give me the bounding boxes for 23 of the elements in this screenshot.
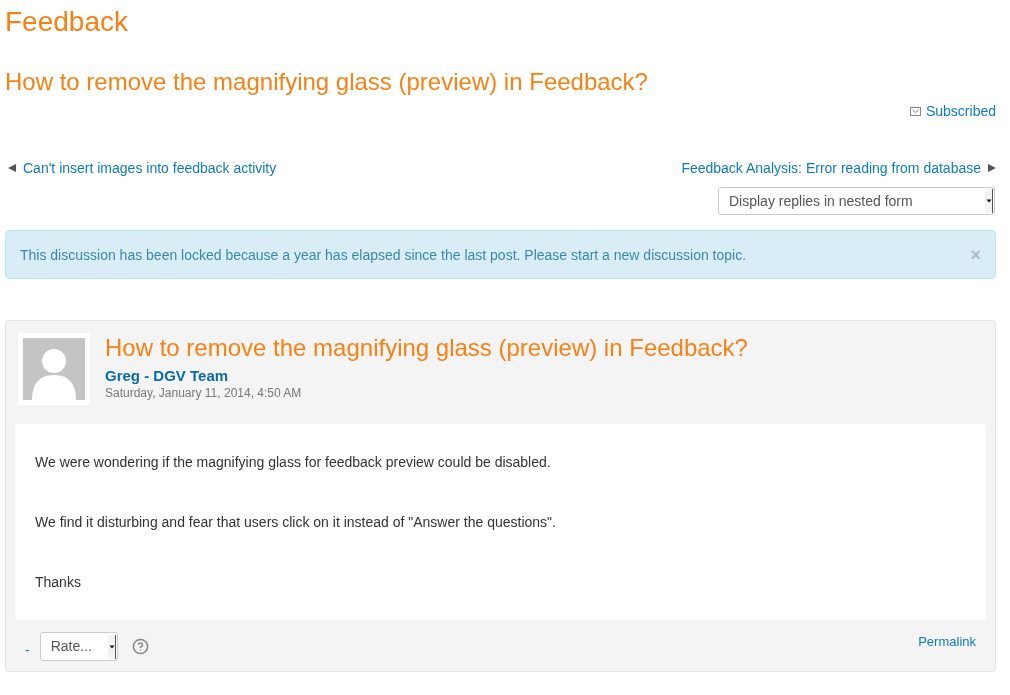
caret-icon bbox=[985, 189, 993, 213]
subscribed-link[interactable]: Subscribed bbox=[909, 101, 996, 121]
envelope-icon bbox=[909, 106, 921, 116]
triangle-left-icon bbox=[8, 164, 16, 172]
discussion-title: How to remove the magnifying glass (preview) in Feedback? bbox=[5, 67, 648, 97]
rating-select[interactable]: Rate... bbox=[39, 632, 118, 661]
triangle-right-icon bbox=[988, 164, 996, 172]
user-avatar-icon bbox=[18, 333, 90, 405]
post-subject: How to remove the magnifying glass (preview) in Feedback? bbox=[105, 333, 748, 363]
post-paragraph: We were wondering if the magnifying glass for feedback preview could be disabled. bbox=[35, 453, 551, 472]
caret-icon bbox=[107, 634, 116, 659]
previous-discussion-link[interactable]: Can't insert images into feedback activity bbox=[23, 158, 277, 178]
collapse-link[interactable]: - bbox=[25, 639, 30, 660]
post-paragraph: Thanks bbox=[35, 573, 81, 592]
help-icon[interactable] bbox=[131, 638, 149, 655]
author-link[interactable]: Greg - DGV Team bbox=[105, 367, 229, 385]
post-paragraph: We find it disturbing and fear that users click on it instead of "Answer the questions". bbox=[35, 513, 556, 532]
alert-message: This discussion has been locked because a year has elapsed since the last post. Please start a new discussion topic. bbox=[20, 245, 747, 265]
page-title: Feedback bbox=[5, 5, 128, 39]
display-mode-select[interactable]: Display replies in nested form bbox=[718, 187, 995, 215]
post-date: Saturday, January 11, 2014, 4:50 AM bbox=[105, 385, 302, 401]
next-discussion-link[interactable]: Feedback Analysis: Error reading from database bbox=[681, 158, 981, 178]
permalink-link[interactable]: Permalink bbox=[918, 633, 976, 651]
